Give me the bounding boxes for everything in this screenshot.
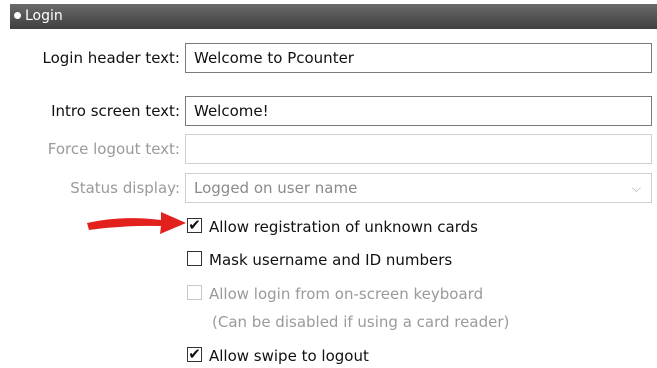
intro-screen-label: Intro screen text:: [51, 102, 180, 120]
login-settings-panel: Login Login header text: Welcome to Pcou…: [0, 0, 657, 368]
login-header-label: Login header text:: [42, 49, 180, 67]
allow-registration-checkbox[interactable]: ✔ Allow registration of unknown cards: [187, 215, 478, 239]
section-header-login[interactable]: Login: [10, 4, 657, 29]
mask-username-checkbox[interactable]: Mask username and ID numbers: [187, 248, 452, 272]
status-display-value: Logged on user name: [194, 179, 358, 197]
force-logout-label: Force logout text:: [47, 140, 180, 158]
login-header-row: Login header text: Welcome to Pcounter: [0, 43, 657, 73]
status-display-select: Logged on user name ⌵: [185, 173, 652, 203]
login-header-input[interactable]: Welcome to Pcounter: [185, 43, 652, 73]
bullet-icon: [14, 11, 21, 19]
allow-registration-label: Allow registration of unknown cards: [209, 218, 478, 236]
mask-username-label: Mask username and ID numbers: [209, 251, 453, 269]
intro-screen-row: Intro screen text: Welcome!: [0, 96, 657, 126]
checkbox-checked-icon[interactable]: ✔: [187, 347, 202, 362]
swipe-logout-label: Allow swipe to logout: [209, 347, 369, 365]
force-logout-input: [185, 134, 652, 164]
onscreen-keyboard-checkbox: Allow login from on-screen keyboard: [187, 282, 483, 306]
checkbox-disabled-icon: [187, 285, 202, 300]
intro-screen-input[interactable]: Welcome!: [185, 96, 652, 126]
checkbox-checked-icon[interactable]: ✔: [187, 218, 202, 233]
swipe-logout-checkbox[interactable]: ✔ Allow swipe to logout: [187, 344, 369, 368]
onscreen-keyboard-label: Allow login from on-screen keyboard: [209, 285, 484, 303]
force-logout-row: Force logout text:: [0, 134, 657, 164]
checkbox-unchecked-icon[interactable]: [187, 251, 202, 266]
status-display-row: Status display: Logged on user name ⌵: [0, 173, 657, 203]
card-reader-note: (Can be disabled if using a card reader): [212, 313, 510, 331]
section-title: Login: [25, 8, 63, 24]
red-arrow-annotation: [87, 212, 186, 234]
status-display-label: Status display:: [70, 179, 180, 197]
chevron-down-icon: ⌵: [631, 181, 641, 195]
